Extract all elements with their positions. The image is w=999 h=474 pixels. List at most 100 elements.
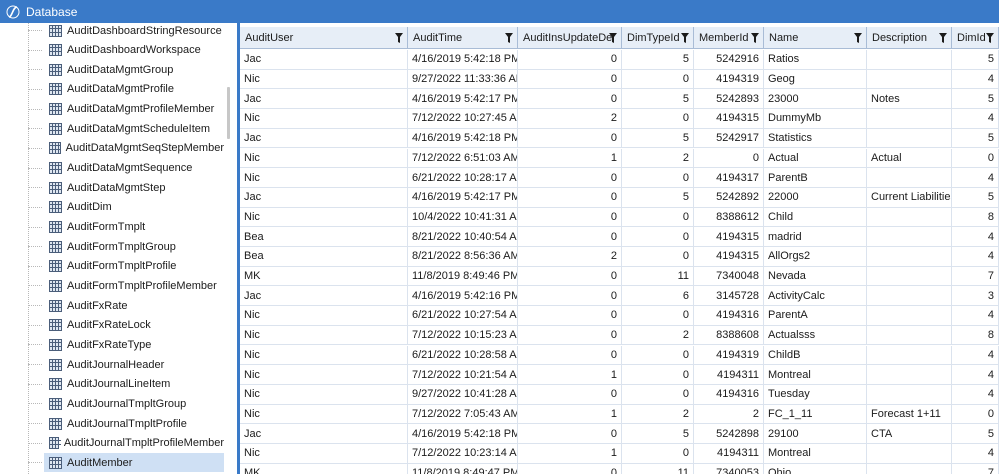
table-row[interactable]: Jac 4/16/2019 5:42:18 PM 0 5 5242917 Statisti… — [240, 128, 999, 149]
table-cell[interactable]: 0 — [622, 69, 694, 89]
table-cell[interactable]: 2 — [694, 404, 764, 424]
table-row[interactable]: MK 11/8/2019 8:49:47 PM 0 11 7340053 Ohio 7 — [240, 463, 999, 474]
table-cell[interactable]: 11/8/2019 8:49:46 PM — [408, 266, 518, 286]
table-cell[interactable] — [867, 345, 952, 365]
table-cell[interactable]: 23000 — [764, 89, 867, 109]
table-cell[interactable]: Jac — [240, 128, 408, 148]
table-cell[interactable]: Ohio — [764, 463, 867, 474]
tree-item[interactable]: AuditJournalTmpltProfileMember — [28, 434, 224, 453]
table-cell[interactable]: 8388612 — [694, 207, 764, 227]
table-cell[interactable] — [867, 207, 952, 227]
tree-item[interactable]: AuditDashboardWorkspace — [28, 41, 224, 60]
table-cell[interactable]: ParentB — [764, 168, 867, 187]
table-row[interactable]: Nic 6/21/2022 10:28:58 AM 0 0 4194319 ChildB 4 — [240, 345, 999, 366]
table-cell[interactable]: 6/21/2022 10:27:54 AM — [408, 306, 518, 325]
column-header[interactable]: MemberId — [694, 27, 764, 49]
table-cell[interactable]: 0 — [518, 345, 622, 365]
table-cell[interactable]: 0 — [622, 168, 694, 187]
table-cell[interactable]: 4 — [952, 109, 999, 128]
table-cell[interactable]: 8 — [952, 325, 999, 345]
table-cell[interactable]: 8/21/2022 8:56:36 AM — [408, 247, 518, 266]
table-cell[interactable]: Nic — [240, 345, 408, 365]
table-cell[interactable]: Nic — [240, 384, 408, 404]
table-cell[interactable]: 0 — [518, 286, 622, 306]
table-cell[interactable] — [867, 247, 952, 266]
table-cell[interactable]: 0 — [518, 187, 622, 207]
table-row[interactable]: Bea 8/21/2022 8:56:36 AM 2 0 4194315 AllOrgs2… — [240, 247, 999, 267]
column-header[interactable]: Description — [867, 27, 952, 49]
table-cell[interactable]: 0 — [518, 227, 622, 246]
table-cell[interactable]: 8 — [952, 207, 999, 227]
table-cell[interactable]: 7/12/2022 10:21:54 AM — [408, 365, 518, 384]
table-cell[interactable]: 4194315 — [694, 109, 764, 128]
table-cell[interactable]: 4 — [952, 306, 999, 325]
table-cell[interactable] — [867, 325, 952, 345]
table-cell[interactable]: 7/12/2022 10:23:14 AM — [408, 444, 518, 463]
table-cell[interactable]: 11/8/2019 8:49:47 PM — [408, 463, 518, 474]
tree-item[interactable]: AuditFormTmplt — [28, 218, 224, 237]
table-cell[interactable]: 0 — [622, 247, 694, 266]
table-cell[interactable]: 0 — [622, 306, 694, 325]
table-cell[interactable]: 0 — [518, 89, 622, 109]
table-cell[interactable]: 0 — [518, 463, 622, 474]
tree-item[interactable]: AuditMember — [28, 453, 224, 473]
tree-item[interactable]: AuditDataMgmtProfile — [28, 80, 224, 99]
column-header[interactable]: Name — [764, 27, 867, 49]
table-cell[interactable]: 22000 — [764, 187, 867, 207]
table-cell[interactable]: Notes — [867, 89, 952, 109]
tree-item[interactable]: AuditJournalTmpltProfile — [28, 414, 224, 433]
table-cell[interactable]: 4/16/2019 5:42:17 PM — [408, 187, 518, 207]
tree-item[interactable]: AuditFxRate — [28, 296, 224, 315]
column-header[interactable]: AuditUser — [240, 27, 408, 49]
table-cell[interactable]: 4 — [952, 345, 999, 365]
table-cell[interactable] — [867, 384, 952, 404]
table-cell[interactable]: 7/12/2022 10:15:23 AM — [408, 325, 518, 345]
filter-icon[interactable] — [505, 33, 513, 43]
tree-item[interactable]: AuditDim — [28, 198, 224, 217]
table-row[interactable]: Jac 4/16/2019 5:42:17 PM 0 5 5242893 23000 Not… — [240, 89, 999, 110]
table-cell[interactable] — [867, 128, 952, 148]
table-cell[interactable] — [867, 365, 952, 384]
table-row[interactable]: Jac 4/16/2019 5:42:18 PM 0 5 5242916 Ratios 5 — [240, 50, 999, 70]
table-cell[interactable]: Jac — [240, 50, 408, 69]
table-cell[interactable]: Jac — [240, 89, 408, 109]
table-cell[interactable] — [867, 109, 952, 128]
tree-item[interactable]: AuditJournalHeader — [28, 355, 224, 374]
table-cell[interactable]: Nevada — [764, 266, 867, 286]
table-cell[interactable]: 0 — [952, 148, 999, 168]
table-cell[interactable]: Statistics — [764, 128, 867, 148]
tree-item[interactable]: AuditDataMgmtSeqStepMember — [28, 139, 224, 158]
table-cell[interactable]: 5 — [952, 187, 999, 207]
tree-item[interactable]: AuditJournalTmpltGroup — [28, 394, 224, 413]
table-cell[interactable]: 7 — [952, 463, 999, 474]
table-cell[interactable]: 5242917 — [694, 128, 764, 148]
table-cell[interactable]: 4/16/2019 5:42:18 PM — [408, 128, 518, 148]
table-cell[interactable]: Nic — [240, 306, 408, 325]
table-row[interactable]: Nic 7/12/2022 6:51:03 AM 1 2 0 Actual Actual 0 — [240, 148, 999, 169]
table-cell[interactable]: Actual — [764, 148, 867, 168]
table-cell[interactable]: 4/16/2019 5:42:17 PM — [408, 89, 518, 109]
table-cell[interactable]: Jac — [240, 286, 408, 306]
table-cell[interactable]: 11 — [622, 463, 694, 474]
table-cell[interactable]: 29100 — [764, 424, 867, 443]
table-cell[interactable] — [867, 286, 952, 306]
table-cell[interactable]: 0 — [622, 345, 694, 365]
filter-icon[interactable] — [986, 33, 994, 43]
table-cell[interactable]: 10/4/2022 10:41:31 AM — [408, 207, 518, 227]
table-cell[interactable]: 0 — [518, 69, 622, 89]
tree-item[interactable]: AuditDataMgmtStep — [28, 178, 224, 197]
table-cell[interactable]: 5 — [622, 128, 694, 148]
table-cell[interactable]: 0 — [518, 325, 622, 345]
table-row[interactable]: MK 11/8/2019 8:49:46 PM 0 11 7340048 Nevada 7 — [240, 266, 999, 287]
table-cell[interactable]: 5 — [952, 424, 999, 443]
table-cell[interactable]: 3145728 — [694, 286, 764, 306]
tree-item[interactable]: AuditFxRateType — [28, 335, 224, 354]
table-cell[interactable]: 9/27/2022 11:33:36 AM — [408, 69, 518, 89]
table-cell[interactable]: 5242916 — [694, 50, 764, 69]
table-cell[interactable]: 4 — [952, 227, 999, 246]
table-cell[interactable]: Bea — [240, 227, 408, 246]
table-cell[interactable]: Nic — [240, 69, 408, 89]
table-cell[interactable]: 4/16/2019 5:42:18 PM — [408, 424, 518, 443]
table-cell[interactable]: 3 — [952, 286, 999, 306]
table-cell[interactable]: 0 — [518, 168, 622, 187]
